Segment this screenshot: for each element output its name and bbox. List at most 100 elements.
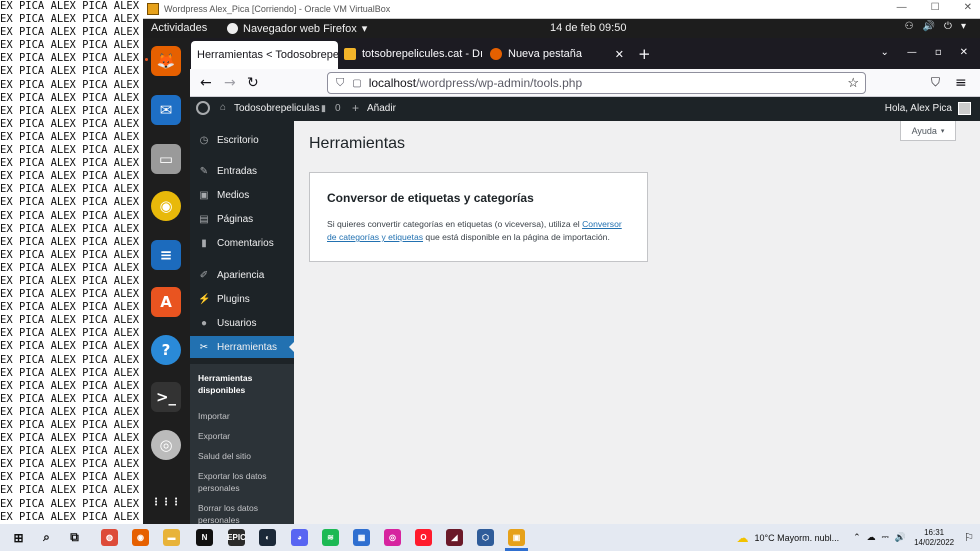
site-name-link[interactable]: Todosobrepeliculas <box>234 103 320 114</box>
menu-7-icon: ⚡ <box>198 293 211 305</box>
submenu-item[interactable]: Salud del sitio <box>198 450 288 462</box>
onedrive-icon[interactable]: ☁ <box>867 532 876 543</box>
card-text-before: Si quieres convertir categorías en etiqu… <box>327 219 583 229</box>
sidebar-item-herramientas[interactable]: ✂ Herramientas <box>190 336 294 358</box>
pocket-icon[interactable]: ⛉ <box>931 75 940 90</box>
shield-icon[interactable]: ⛉ <box>336 77 344 90</box>
menu-1-icon: ◷ <box>199 134 209 146</box>
opera-icon[interactable]: O <box>415 529 432 546</box>
menu-6-icon: ✐ <box>199 269 209 281</box>
wordpress-logo-icon[interactable] <box>196 101 210 115</box>
submenu-item[interactable]: Herramientas disponibles <box>198 372 288 396</box>
discord-icon[interactable]: ◕ <box>291 529 308 546</box>
virtualbox-title: Wordpress Alex_Pica [Corriendo] - Oracle… <box>164 4 391 14</box>
clock[interactable]: 14 de feb 09:50 <box>550 22 626 34</box>
list-tabs-button[interactable]: ⌄ <box>880 47 888 58</box>
firefox-taskbar-icon[interactable]: ◉ <box>132 529 149 546</box>
volume-icon[interactable]: 🔊 <box>923 21 935 32</box>
tab-totsobrepelicules[interactable]: totsobrepelicules.cat - Dı ✕ <box>340 42 484 66</box>
plus-icon: + <box>352 101 360 115</box>
weather-icon[interactable]: ☁ <box>736 531 748 545</box>
chrome-icon[interactable]: ◍ <box>101 529 118 546</box>
greeting[interactable]: Hola, Alex Pica <box>885 103 952 114</box>
bookmark-star-icon[interactable]: ☆ <box>847 75 859 91</box>
sidebar-item-plugins[interactable]: ⚡ Plugins <box>190 288 294 310</box>
page-info-icon[interactable]: ▢ <box>352 78 361 89</box>
volume-icon[interactable]: 🔊 <box>895 532 906 543</box>
task-view-icon[interactable]: ⧉ <box>66 529 83 546</box>
page-title: Herramientas <box>309 135 406 152</box>
netflix-icon[interactable]: N <box>196 529 213 546</box>
vbox-minimize-button[interactable]: — <box>897 2 907 13</box>
comments-count[interactable]: 0 <box>335 103 341 114</box>
close-icon[interactable]: ✕ <box>609 48 630 61</box>
vm-window-icon[interactable]: ▣ <box>508 529 525 546</box>
steam-icon[interactable]: ◐ <box>259 529 276 546</box>
network-icon[interactable]: ⎓ <box>882 532 889 543</box>
epic-icon[interactable]: EPIC <box>227 529 246 546</box>
taskbar-clock[interactable]: 16:31 14/02/2022 <box>914 528 954 548</box>
chevron-up-icon[interactable]: ⌃ <box>853 532 861 543</box>
submenu-item[interactable]: Importar <box>198 410 288 422</box>
game-icon[interactable]: ▦ <box>353 529 370 546</box>
firefox-icon[interactable]: 🦊 <box>151 46 181 76</box>
submenu-item[interactable]: Borrar los datos personales <box>198 502 288 526</box>
reload-button[interactable]: ↻ <box>247 75 259 91</box>
sidebar-item-usuarios[interactable]: ● Usuarios <box>190 312 294 334</box>
terminal-icon[interactable]: >_ <box>151 382 181 412</box>
sidebar-item-apariencia[interactable]: ✐ Apariencia <box>190 264 294 286</box>
notification-icon[interactable]: ⚐ <box>964 531 974 544</box>
app-grid-icon[interactable]: ⋮⋮⋮ <box>151 487 181 517</box>
virtualbox-taskbar-icon[interactable]: ⬡ <box>477 529 494 546</box>
power-icon[interactable]: ⏻ <box>944 21 952 32</box>
rhythmbox-icon[interactable]: ◉ <box>151 191 181 221</box>
activities-button[interactable]: Actividades <box>151 22 207 34</box>
sidebar-item-p-ginas[interactable]: ▤ Páginas <box>190 208 294 230</box>
tab-label: totsobrepelicules.cat - Dı <box>362 48 484 60</box>
windows-start-icon[interactable]: ⊞ <box>10 529 27 546</box>
tab-herramientas[interactable]: Herramientas < Todosobrepeli <box>191 41 338 69</box>
spotify-icon[interactable]: ≋ <box>322 529 339 546</box>
firefox-small-icon <box>227 23 238 34</box>
thunderbird-icon[interactable]: ✉ <box>151 95 181 125</box>
back-button[interactable]: ← <box>200 75 212 91</box>
restore-button[interactable]: ▫ <box>935 47 942 58</box>
media-icon[interactable]: ◢ <box>446 529 463 546</box>
forward-button[interactable]: → <box>224 75 236 91</box>
avatar[interactable] <box>958 102 971 115</box>
sidebar-item-label: Medios <box>217 189 250 201</box>
weather-text[interactable]: 10°C Mayorm. nubl... <box>754 533 839 543</box>
sidebar-item-entradas[interactable]: ✎ Entradas <box>190 160 294 182</box>
wp-admin-sidebar: ◷ Escritorio ✎ Entradas ▣ Medios ▤ Páginas ▮ Come… <box>190 121 294 526</box>
files-icon[interactable]: ▭ <box>151 144 181 174</box>
instagram-icon[interactable]: ◎ <box>384 529 401 546</box>
new-tab-button[interactable]: + <box>638 45 651 63</box>
search-icon[interactable]: ⌕ <box>38 529 55 546</box>
chevron-down-icon[interactable]: ▾ <box>961 21 966 32</box>
vbox-maximize-button[interactable]: ☐ <box>931 2 940 13</box>
vbox-close-button[interactable]: ✕ <box>964 2 972 13</box>
explorer-icon[interactable]: ▬ <box>163 529 180 546</box>
writer-icon[interactable]: ≡ <box>151 240 181 270</box>
sidebar-item-escritorio[interactable]: ◷ Escritorio <box>190 129 294 151</box>
close-window-button[interactable]: ✕ <box>960 47 968 58</box>
network-icon[interactable]: ⚇ <box>905 21 914 32</box>
submenu-item[interactable]: Exportar <box>198 430 288 442</box>
sidebar-item-label: Comentarios <box>217 237 274 249</box>
minimize-button[interactable]: — <box>907 47 917 58</box>
add-new-link[interactable]: Añadir <box>367 103 396 114</box>
help-icon[interactable]: ? <box>151 335 181 365</box>
software-icon[interactable]: A <box>151 287 181 317</box>
menu-icon[interactable]: ≡ <box>955 75 967 91</box>
sidebar-item-comentarios[interactable]: ▮ Comentarios <box>190 232 294 254</box>
url-bar[interactable]: ⛉ ▢ localhost/wordpress/wp-admin/tools.p… <box>327 72 866 94</box>
comments-icon: ▮ <box>321 103 326 113</box>
ubuntu-dock: 🦊 ✉ ▭ ◉ ≡ A? >_ ◎ ⋮⋮⋮ <box>143 38 190 524</box>
submenu-item[interactable]: Exportar los datos personales <box>198 470 288 494</box>
close-icon[interactable]: ✕ <box>483 48 484 61</box>
dvd-icon[interactable]: ◎ <box>151 430 181 460</box>
app-menu[interactable]: Navegador web Firefox ▾ <box>227 22 367 35</box>
tab-nueva-pestana[interactable]: Nueva pestaña ✕ <box>488 42 630 66</box>
sidebar-item-medios[interactable]: ▣ Medios <box>190 184 294 206</box>
help-button[interactable]: Ayuda ▾ <box>900 121 956 141</box>
